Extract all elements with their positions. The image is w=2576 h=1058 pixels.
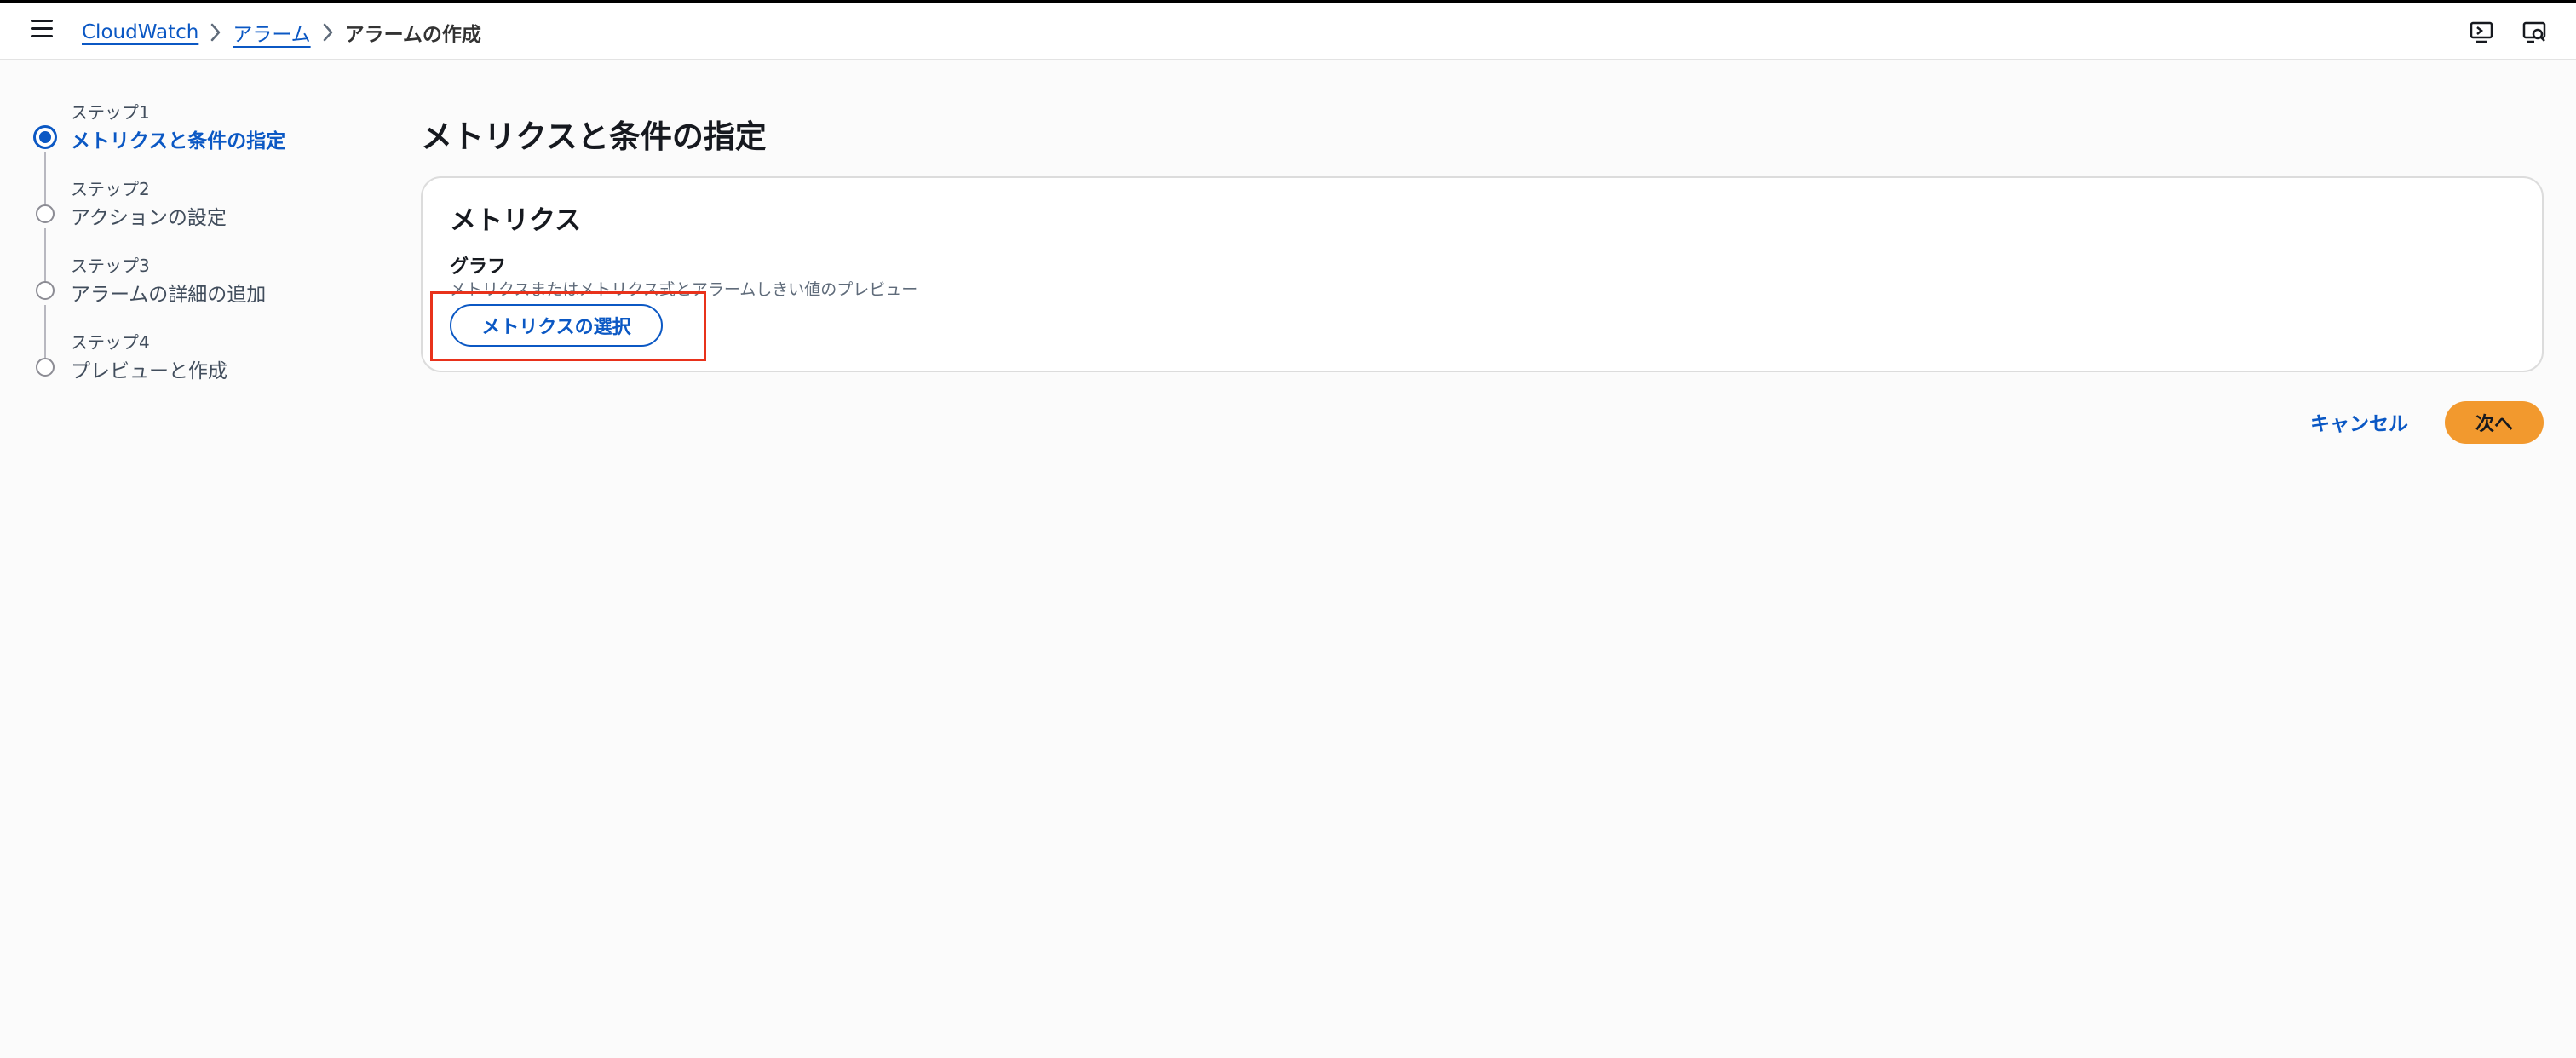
menu-icon[interactable]: [31, 20, 53, 38]
next-button[interactable]: 次へ: [2445, 401, 2544, 444]
page-title: メトリクスと条件の指定: [421, 118, 767, 155]
step-3[interactable]: ステップ3 アラームの詳細の追加: [32, 252, 390, 329]
chevron-right-icon: [198, 20, 233, 45]
panel-title: メトリクス: [450, 205, 582, 236]
breadcrumb-cloudwatch[interactable]: CloudWatch: [82, 21, 198, 43]
chevron-right-icon: [311, 20, 345, 45]
breadcrumb-current: アラームの作成: [344, 24, 481, 46]
step-4[interactable]: ステップ4 プレビューと作成: [32, 329, 390, 405]
breadcrumb: CloudWatch アラーム アラームの作成: [82, 18, 481, 47]
step-2[interactable]: ステップ2 アクションの設定: [32, 175, 390, 252]
step-title: プレビューと作成: [71, 360, 227, 382]
step-number: ステップ1: [71, 102, 150, 123]
step-1[interactable]: ステップ1 メトリクスと条件の指定: [32, 99, 390, 175]
metrics-panel: メトリクス グラフ メトリクスまたはメトリクス式とアラームしきい値のプレビュー …: [421, 176, 2544, 372]
step-current-icon: [33, 125, 57, 149]
screen-search-icon[interactable]: [2521, 20, 2547, 45]
screen-notification-icon[interactable]: [2469, 20, 2494, 45]
step-title: メトリクスと条件の指定: [71, 130, 286, 152]
step-pending-icon: [36, 281, 55, 300]
step-pending-icon: [36, 204, 55, 223]
step-title: アラームの詳細の追加: [71, 284, 267, 306]
step-number: ステップ2: [71, 179, 150, 199]
cancel-button[interactable]: キャンセル: [2310, 407, 2408, 436]
step-pending-icon: [36, 358, 55, 377]
step-number: ステップ4: [71, 332, 150, 353]
top-navigation-bar: CloudWatch アラーム アラームの作成: [0, 3, 2576, 60]
highlight-box: [430, 291, 706, 361]
breadcrumb-alarms[interactable]: アラーム: [233, 18, 310, 47]
step-number: ステップ3: [71, 256, 150, 276]
graph-label: グラフ: [450, 256, 507, 278]
step-title: アクションの設定: [71, 207, 227, 229]
